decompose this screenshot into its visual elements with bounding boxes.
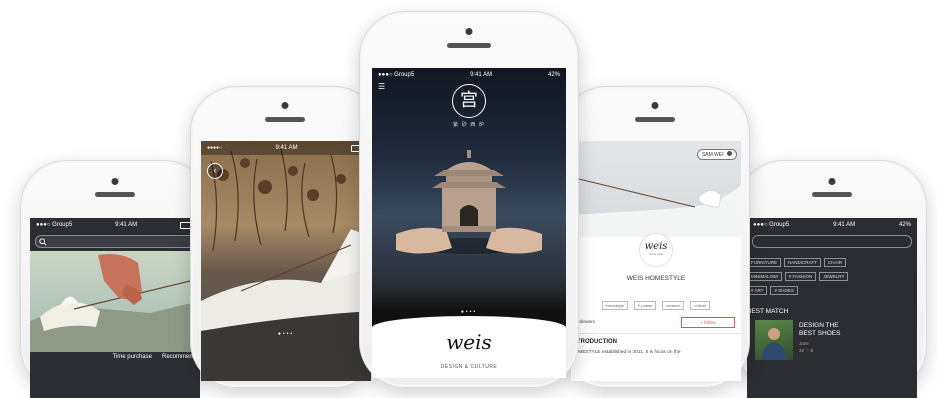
time-label: 9:41 AM: [115, 222, 138, 228]
speaker-grille: [265, 117, 305, 122]
brand-circle: weis home style: [639, 233, 673, 267]
back-button[interactable]: ‹: [207, 163, 223, 179]
card-author: Jane: [799, 341, 809, 346]
phone-2: ●●●●○ 9:41 AM ‹ ●•••: [190, 86, 380, 388]
tab-recommend[interactable]: Recommend: [162, 354, 196, 366]
tag-furniture[interactable]: FURNITURE: [747, 258, 781, 267]
dried-lotus-illustration: [201, 148, 371, 381]
status-bar: ●●●○ Group5 9:41 AM 42%: [372, 68, 566, 82]
seal-subtitle: 紫 砂 西 炉: [453, 122, 485, 128]
status-bar: ●●●○ Group5 9:41 AM: [30, 218, 200, 232]
carrier-label: ●●●○ Group5: [378, 72, 415, 78]
tab-time-purchase[interactable]: Time purchase: [113, 354, 152, 366]
tag-minimalism[interactable]: MINIMALISM: [747, 272, 782, 281]
brand-wordmark: weis: [644, 241, 668, 252]
pager-dots[interactable]: ●•••: [372, 309, 566, 315]
seal-character: 宫: [460, 90, 478, 111]
phone-3: ●●●○ Group5 9:41 AM 42% ☰ 宫 紫 砂 西 炉 ●•••: [359, 11, 579, 388]
tag-art[interactable]: # ART: [747, 286, 768, 295]
chevron-left-icon: ‹: [213, 165, 217, 175]
card-title: DESIGN THE BEST SHOES: [799, 322, 841, 337]
phone-5: ●●●○ Group5 9:41 AM 42% FURNITURE HANDIC…: [737, 160, 927, 398]
search-bar[interactable]: [35, 235, 195, 248]
search-icon: [39, 237, 47, 246]
pager-dots[interactable]: ●•••: [201, 331, 371, 337]
brand-logo: weis home style: [571, 233, 741, 267]
phone-3-screen: ●●●○ Group5 9:41 AM 42% ☰ 宫 紫 砂 西 炉 ●•••: [372, 68, 566, 378]
phone-4: SAM WEI weis home style WEIS HOMESTYLE h…: [560, 86, 750, 388]
tag-homestyle[interactable]: homestyle: [601, 301, 628, 310]
hero-photo: [30, 251, 200, 352]
tag-culture[interactable]: culture: [690, 301, 711, 310]
speaker-grille: [447, 43, 491, 48]
tag-f-power[interactable]: F power: [633, 301, 657, 310]
front-camera: [465, 28, 473, 35]
tag-chair[interactable]: CHAIR: [824, 258, 847, 267]
tag-ceramic[interactable]: ceramic: [662, 301, 685, 310]
status-bar: ●●●●○ 9:41 AM: [201, 141, 371, 155]
tag-row-3: # ART # SHOES: [747, 286, 798, 295]
speaker-grille: [95, 192, 135, 197]
match-card[interactable]: DESIGN THE BEST SHOES Jane 22 ♡ 8: [747, 320, 912, 360]
card-count: 22 ♡ 8: [799, 348, 814, 353]
phone-5-screen: ●●●○ Group5 9:41 AM 42% FURNITURE HANDIC…: [747, 218, 917, 398]
phone-4-screen: SAM WEI weis home style WEIS HOMESTYLE h…: [571, 141, 741, 381]
front-camera: [828, 178, 836, 185]
user-badge[interactable]: SAM WEI: [696, 149, 737, 160]
speaker-grille: [635, 117, 675, 122]
brand-panel: weis DESIGN & CULTURE: [372, 316, 566, 378]
front-camera: [651, 102, 659, 109]
card-photo: [755, 320, 793, 360]
bottom-tabs: Time purchase Recommend: [30, 354, 200, 366]
front-camera: [111, 178, 119, 185]
battery-label: 42%: [898, 222, 911, 228]
carrier-label: ●●●○ Group5: [36, 222, 73, 228]
tag-list: homestyle F power ceramic culture: [575, 301, 737, 310]
phone-1-screen: ●●●○ Group5 9:41 AM Time purchase Recomm…: [30, 218, 200, 398]
brand-subtext: home style: [648, 252, 664, 256]
speaker-grille: [812, 192, 852, 197]
carrier-label: ●●●○ Group5: [753, 222, 790, 228]
time-label: 9:41 AM: [470, 72, 493, 78]
seal-circle: 宫: [452, 84, 486, 118]
brand-wordmark: weis: [446, 330, 492, 354]
badge-label: SAM WEI: [701, 152, 724, 158]
incense-holder-illustration: [30, 254, 200, 352]
signal-icon: ●●●●○: [207, 145, 223, 151]
brand-tagline: DESIGN & CULTURE: [440, 364, 498, 370]
status-bar: ●●●○ Group5 9:41 AM 42%: [747, 218, 917, 232]
time-label: 9:41 AM: [833, 222, 856, 228]
tag-shoes[interactable]: # SHOES: [770, 286, 798, 295]
tag-row-1: FURNITURE HANDICRAFT CHAIR: [747, 258, 847, 267]
store-title: WEIS HOMESTYLE: [626, 275, 686, 282]
intro-text: HOMESTYLE established in 2011. It is foc…: [571, 350, 681, 355]
tag-jewelry[interactable]: JEWELRY: [819, 272, 849, 281]
divider: [571, 333, 741, 334]
time-label: 9:41 AM: [275, 145, 298, 151]
tag-row-2: MINIMALISM # FASHION JEWELRY: [747, 272, 849, 281]
seal-logo: 宫 紫 砂 西 炉: [372, 84, 566, 128]
toggle-icon: [727, 151, 732, 156]
person-illustration: [761, 328, 787, 360]
front-camera: [281, 102, 289, 109]
follow-button[interactable]: + follow: [681, 317, 735, 328]
section-title: BEST MATCH: [747, 308, 789, 315]
battery-label: 42%: [547, 72, 560, 78]
tag-fashion[interactable]: # FASHION: [784, 272, 817, 281]
search-bar[interactable]: [752, 235, 912, 248]
phone-1: ●●●○ Group5 9:41 AM Time purchase Recomm…: [20, 160, 210, 398]
teapot-pavilion-illustration: [396, 150, 542, 254]
tag-handicraft[interactable]: HANDICRAFT: [784, 258, 821, 267]
hero-photo: SAM WEI: [571, 141, 741, 237]
phone-2-screen: ●●●●○ 9:41 AM ‹ ●•••: [201, 141, 371, 381]
